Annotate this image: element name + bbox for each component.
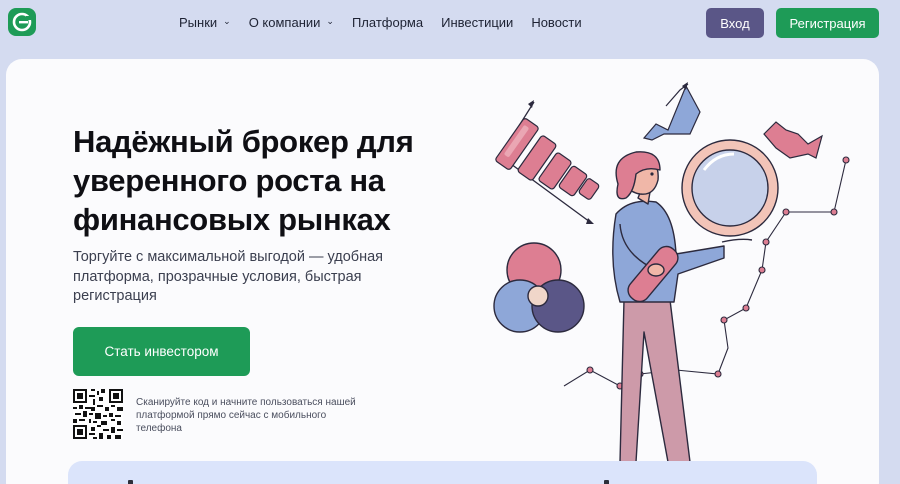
falling-chart-graphic — [763, 121, 823, 159]
login-button[interactable]: Вход — [706, 8, 764, 38]
bar-chart-graphic — [495, 100, 600, 224]
feature-icon-left — [128, 480, 133, 484]
hero-subtitle: Торгуйте с максимальной выгодой — удобна… — [73, 249, 384, 304]
nav-item-label: Новости — [531, 14, 582, 30]
qr-caption: Сканируйте код и начните пользоваться на… — [136, 397, 356, 434]
hero-illustration — [493, 82, 850, 469]
nav-item-label: Инвестиции — [441, 14, 514, 30]
features-panel — [68, 461, 817, 484]
brand-logo[interactable] — [8, 8, 36, 36]
nav-item-news[interactable]: Новости — [531, 14, 581, 30]
brand-e-icon — [12, 12, 32, 32]
chevron-down-icon: ⌄ — [223, 15, 231, 26]
nav-item-platform[interactable]: Платформа — [352, 14, 423, 30]
hero-title: Надёжный брокер для уверенного роста на … — [73, 124, 414, 237]
nav-item-investments[interactable]: Инвестиции — [441, 14, 513, 30]
chevron-down-icon: ⌄ — [326, 15, 334, 26]
nav-item-label: О компании — [248, 14, 321, 30]
feature-icon-right — [604, 480, 609, 484]
register-button[interactable]: Регистрация — [776, 8, 879, 38]
nav-item-label: Платформа — [351, 14, 424, 30]
nav-item-markets[interactable]: Рынки ⌄ — [179, 14, 231, 30]
nav-item-about[interactable]: О компании ⌄ — [249, 14, 334, 30]
main-nav: Рынки ⌄ О компании ⌄ Платформа Инвестици… — [179, 14, 600, 30]
qr-code — [73, 389, 123, 439]
nav-item-label: Рынки — [179, 14, 218, 30]
become-investor-button[interactable]: Стать инвестором — [73, 327, 250, 376]
area-chart-graphic — [642, 82, 701, 141]
venn-diagram-graphic — [493, 242, 585, 333]
